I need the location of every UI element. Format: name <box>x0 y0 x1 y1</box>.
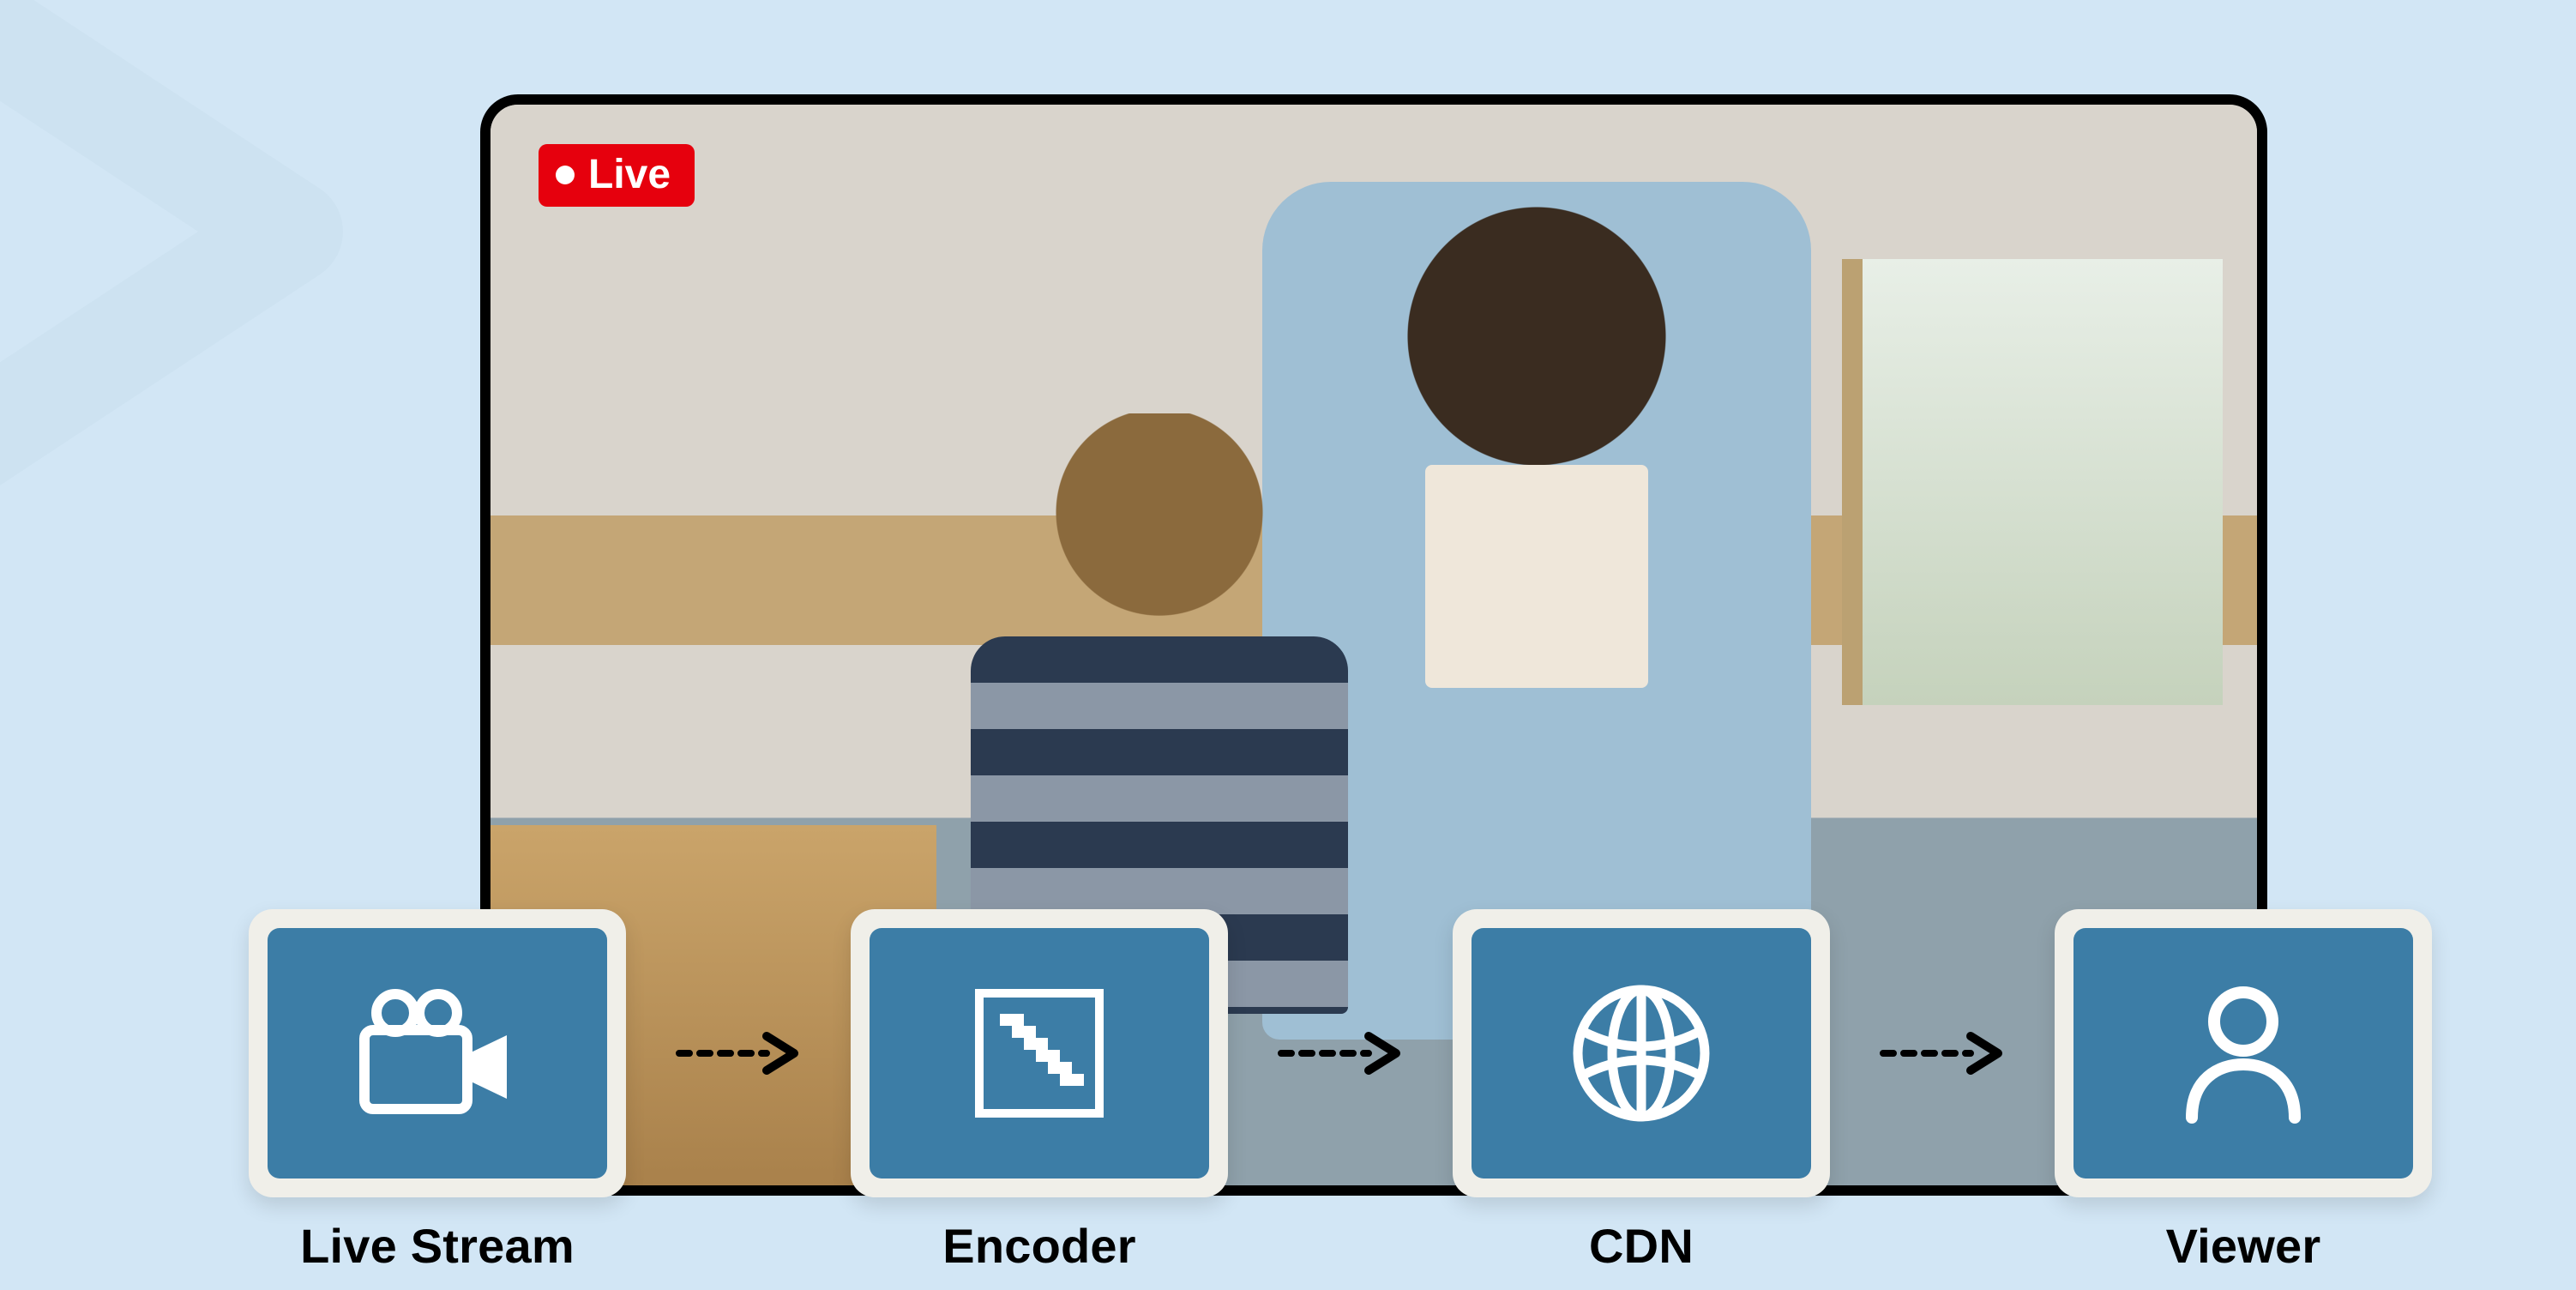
arrow-icon <box>1878 1028 2007 1079</box>
scene-window <box>1842 259 2223 705</box>
live-badge: Live <box>539 144 695 207</box>
encoder-icon <box>971 985 1108 1122</box>
flow-card-live-stream <box>249 909 626 1197</box>
user-icon <box>2175 980 2312 1126</box>
flow-card-cdn <box>1453 909 1830 1197</box>
globe-icon <box>1568 980 1714 1126</box>
flow-card-viewer <box>2055 909 2432 1197</box>
streaming-flow <box>249 909 2432 1197</box>
record-dot-icon <box>556 166 575 184</box>
arrow-icon <box>1276 1028 1405 1079</box>
arrow-icon <box>674 1028 803 1079</box>
flow-label: Encoder <box>851 1218 1228 1274</box>
live-badge-text: Live <box>588 151 671 198</box>
flow-label: Live Stream <box>249 1218 626 1274</box>
flow-label: Viewer <box>2055 1218 2432 1274</box>
flow-labels: Live Stream Encoder CDN Viewer <box>249 1218 2432 1274</box>
flow-card-encoder <box>851 909 1228 1197</box>
flow-label: CDN <box>1453 1218 1830 1274</box>
camera-icon <box>356 989 519 1118</box>
